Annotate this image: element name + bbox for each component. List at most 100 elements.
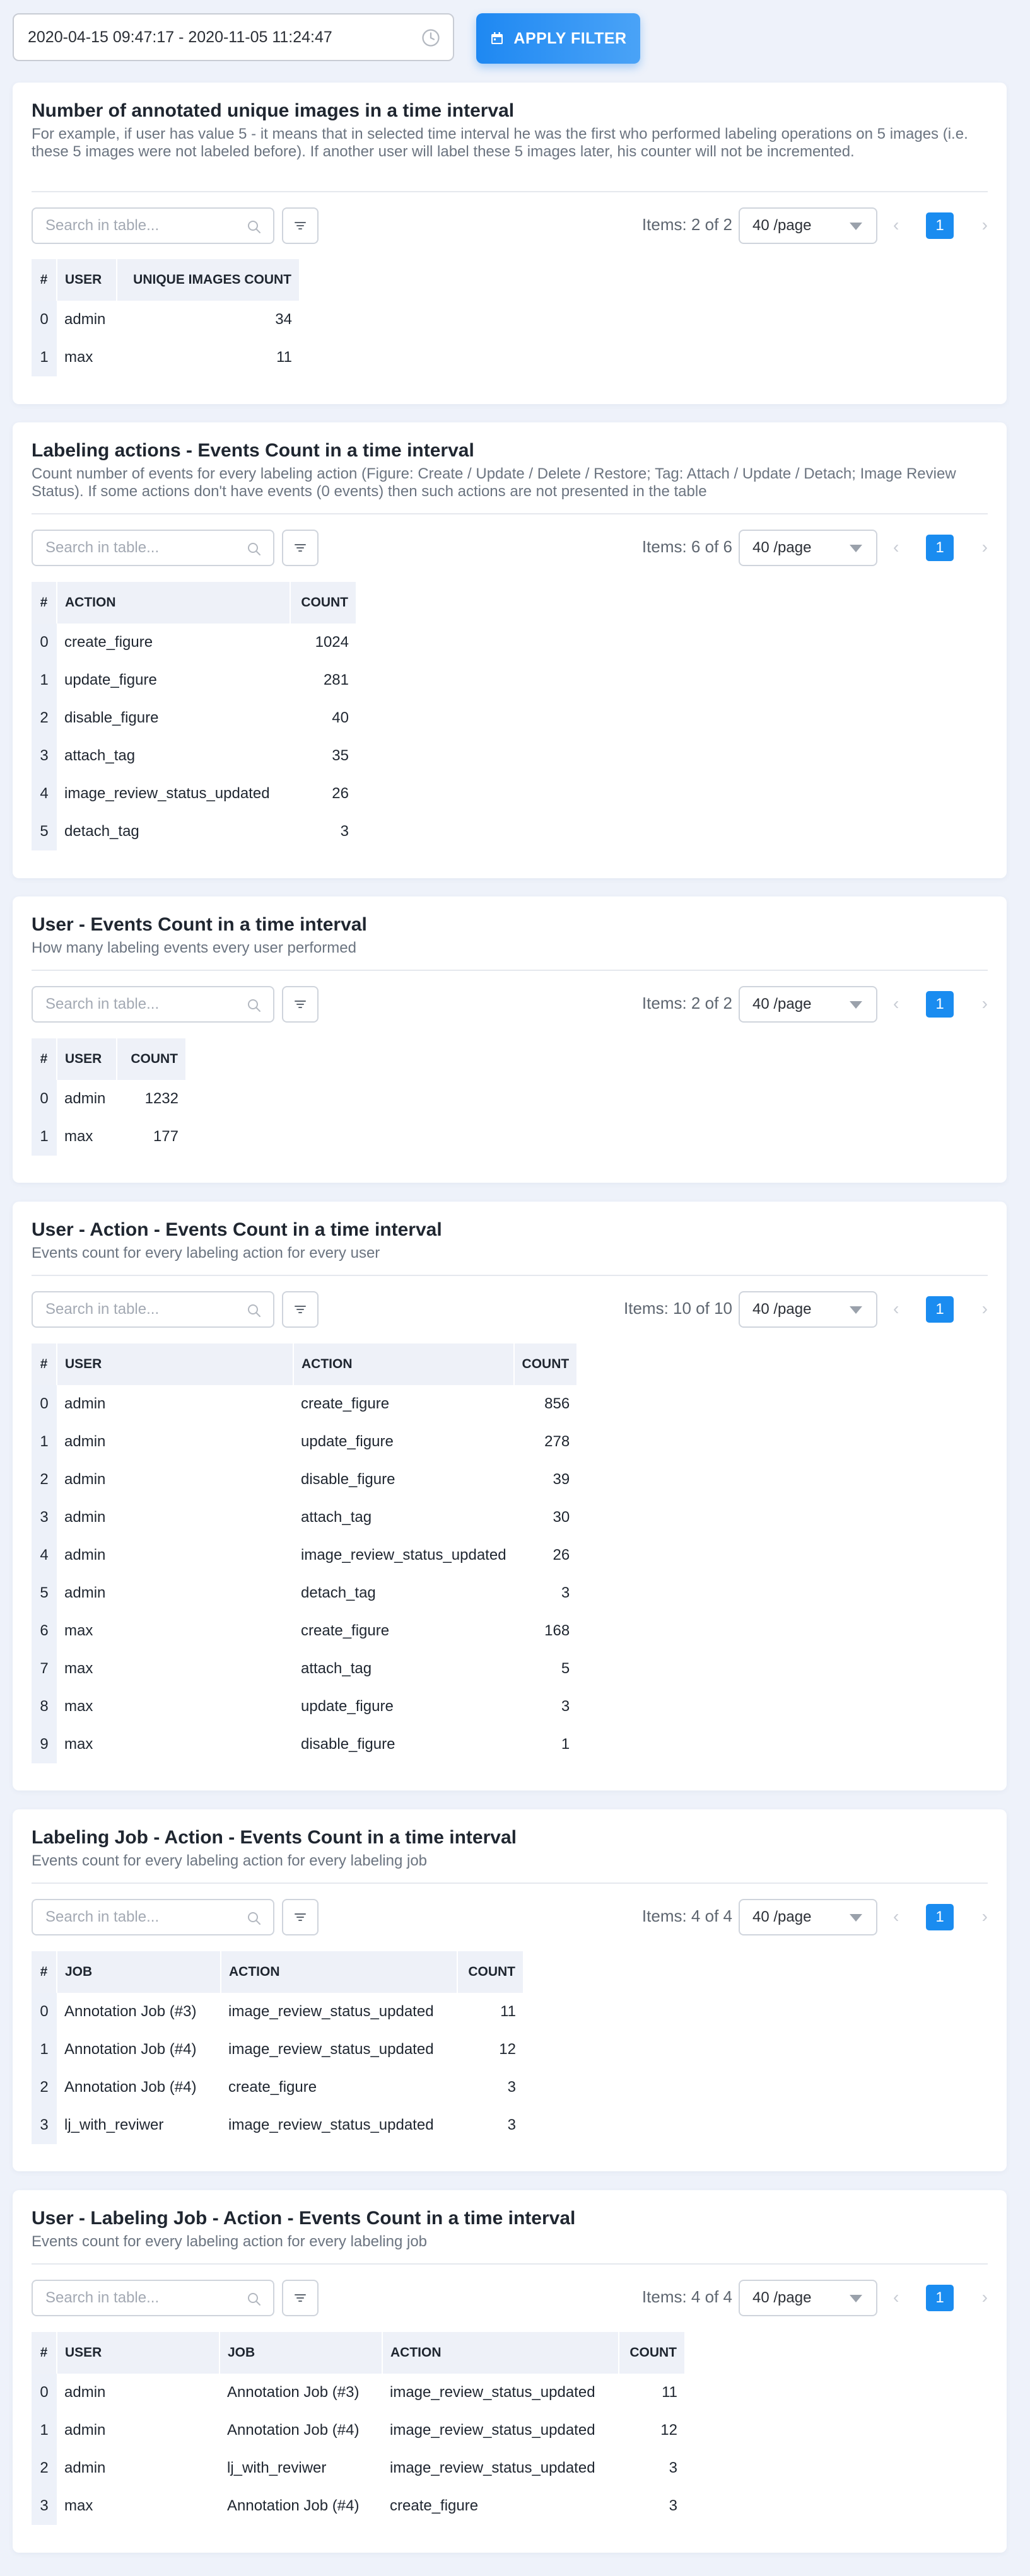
next-page-icon[interactable]: › [982,1300,988,1318]
table-cell: 3 [561,1698,570,1715]
table-cell: detach_tag [64,823,139,840]
search-icon [248,2293,260,2306]
page-number-button[interactable]: 1 [926,535,954,561]
filter-button[interactable] [282,986,319,1023]
prev-page-icon[interactable]: ‹ [893,1908,899,1925]
row-index: 0 [32,624,57,661]
search-placeholder: Search in table... [45,217,160,234]
prev-page-icon[interactable]: ‹ [893,2289,899,2306]
page-size-select[interactable]: 40 /page [739,1899,877,1935]
column-header[interactable]: USER [57,259,117,301]
table-row: 0 admin Annotation Job (#3) image_review_st… [32,2374,685,2411]
row-index: 1 [32,1118,57,1156]
column-header[interactable]: ACTION [293,1343,515,1385]
column-header[interactable]: USER [57,1038,117,1080]
column-header[interactable]: # [32,1038,57,1080]
search-input[interactable]: Search in table... [32,986,274,1023]
next-page-icon[interactable]: › [982,538,988,556]
card-description: Count number of events for every labelin… [32,465,956,500]
column-header[interactable]: COUNT [619,2332,686,2374]
card-title: User - Action - Events Count in a time i… [32,1219,442,1240]
search-input[interactable]: Search in table... [32,2280,274,2316]
column-header[interactable]: # [32,259,57,301]
items-count: Items: 2 of 2 [641,215,732,234]
page-size-select[interactable]: 40 /page [739,207,877,244]
page-size-value: 40 /page [752,995,812,1012]
page-size-select[interactable]: 40 /page [739,2280,877,2316]
column-header[interactable]: UNIQUE IMAGES COUNT [117,259,300,301]
search-input[interactable]: Search in table... [32,1291,274,1328]
table-cell: 26 [553,1546,570,1564]
column-header[interactable]: ACTION [57,582,291,624]
data-table: # USER JOB ACTION COUNT 0 admin Annotation Job … [32,2332,686,2525]
table-cell: image_review_status_updated [390,2422,595,2439]
column-header[interactable]: USER [57,1343,294,1385]
page-number-button[interactable]: 1 [926,212,954,239]
table-row: 9 max disable_figure 1 [32,1726,577,1763]
next-page-icon[interactable]: › [982,1908,988,1925]
column-header[interactable]: COUNT [117,1038,187,1080]
column-header[interactable]: COUNT [513,1343,578,1385]
column-header[interactable]: USER [57,2332,220,2374]
column-header[interactable]: ACTION [382,2332,619,2374]
filter-button[interactable] [282,2280,319,2316]
table-header-row: # USER UNIQUE IMAGES COUNT [32,259,300,301]
prev-page-icon[interactable]: ‹ [893,538,899,556]
column-header[interactable]: # [32,1343,57,1385]
next-page-icon[interactable]: › [982,995,988,1012]
column-header[interactable]: COUNT [457,1951,524,1993]
table-cell: image_review_status_updated [64,785,270,802]
stats-card: User - Events Count in a time interval Ho… [13,896,1007,1183]
next-page-icon[interactable]: › [982,2289,988,2306]
page-size-select[interactable]: 40 /page [739,530,877,566]
page-size-select[interactable]: 40 /page [739,986,877,1023]
row-index: 1 [32,661,57,699]
table-cell: update_figure [64,671,157,688]
column-header[interactable]: # [32,1951,57,1993]
apply-filter-button[interactable]: APPLY FILTER [476,13,640,64]
table-cell: 30 [553,1509,570,1526]
column-header[interactable]: JOB [57,1951,221,1993]
page-number-button[interactable]: 1 [926,991,954,1018]
date-range-picker[interactable]: 2020-04-15 09:47:17 - 2020-11-05 11:24:4… [13,13,454,61]
column-header[interactable]: # [32,2332,57,2374]
search-input[interactable]: Search in table... [32,530,274,566]
table-row: 4 admin image_review_status_updated 26 [32,1536,577,1574]
next-page-icon[interactable]: › [982,216,988,234]
table-cell: disable_figure [301,1736,395,1753]
stats-card: Number of annotated unique images in a t… [13,83,1007,404]
row-index: 1 [32,2031,57,2068]
table-cell: Annotation Job (#4) [227,2422,360,2439]
column-header[interactable]: ACTION [221,1951,458,1993]
table-cell: image_review_status_updated [228,2003,434,2020]
table-toolbar: Search in table... Items: 4 of 4 40 /page ‹… [32,2280,988,2318]
filter-button[interactable] [282,530,319,566]
search-placeholder: Search in table... [45,2289,160,2306]
page-number-button[interactable]: 1 [926,2285,954,2311]
filter-button[interactable] [282,1899,319,1935]
table-cell: Annotation Job (#4) [227,2497,360,2514]
page-number-button[interactable]: 1 [926,1296,954,1323]
column-header[interactable]: JOB [219,2332,383,2374]
prev-page-icon[interactable]: ‹ [893,995,899,1012]
table-cell: 3 [669,2497,677,2514]
row-index: 1 [32,339,57,376]
table-cell: attach_tag [64,747,136,764]
column-header[interactable]: COUNT [290,582,357,624]
table-cell: 1024 [315,634,349,651]
filter-button[interactable] [282,207,319,244]
filter-button[interactable] [282,1291,319,1328]
card-description: Events count for every labeling action f… [32,1244,380,1262]
column-header[interactable]: # [32,582,57,624]
table-cell: 40 [332,709,349,726]
table-cell: admin [64,1546,106,1564]
table-cell: disable_figure [301,1471,395,1488]
page-size-select[interactable]: 40 /page [739,1291,877,1328]
search-input[interactable]: Search in table... [32,207,274,244]
search-input[interactable]: Search in table... [32,1899,274,1935]
table-row: 2 disable_figure 40 [32,699,356,737]
prev-page-icon[interactable]: ‹ [893,216,899,234]
prev-page-icon[interactable]: ‹ [893,1300,899,1318]
page-number-button[interactable]: 1 [926,1904,954,1930]
table-cell: 11 [662,2384,677,2401]
